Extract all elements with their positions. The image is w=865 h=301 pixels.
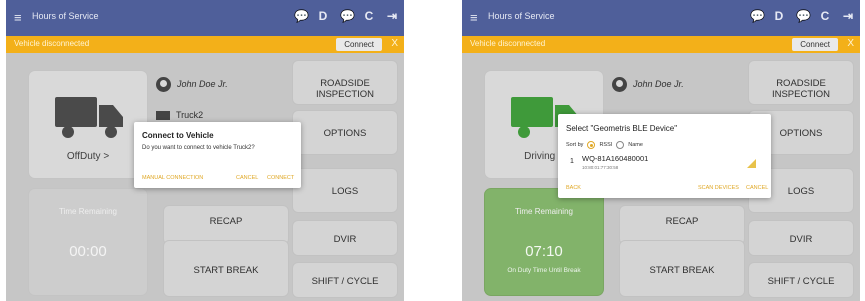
disconnected-banner: Vehicle disconnected Connect X — [6, 36, 404, 53]
start-break-button[interactable]: START BREAK — [619, 240, 745, 297]
vehicle-info: Truck2 — [156, 110, 204, 121]
dialog-title: Select "Geometris BLE Device" — [566, 124, 678, 133]
sort-label: Sort by — [566, 142, 584, 148]
app-bar-actions: 💬 D 💬 C ⇥ — [294, 9, 398, 23]
driver-name: John Doe Jr. — [177, 78, 228, 89]
time-remaining-label: Time Remaining — [59, 207, 117, 216]
time-remaining-label: Time Remaining — [515, 207, 573, 216]
roadside-inspection-button[interactable]: ROADSIDE INSPECTION — [292, 60, 398, 105]
app-bar: ≡ Hours of Service 💬 D 💬 C ⇥ — [6, 0, 404, 36]
options-button[interactable]: OPTIONS — [292, 110, 398, 155]
sort-name-label: Name — [628, 142, 643, 148]
device-address: 10:80:01:77:30:58 — [582, 165, 619, 170]
app-screen-driving: ≡ Hours of Service 💬 D 💬 C ⇥ Vehicle dis… — [462, 0, 860, 301]
scan-devices-button[interactable]: SCAN DEVICES — [698, 185, 739, 191]
driver-info: John Doe Jr. — [156, 77, 228, 92]
start-break-button[interactable]: START BREAK — [163, 240, 289, 297]
app-bar: ≡ Hours of Service 💬 D 💬 C ⇥ — [462, 0, 860, 36]
message-icon[interactable]: 💬 — [294, 9, 309, 23]
sort-options: Sort by RSSI Name — [566, 141, 643, 149]
app-bar-actions: 💬 D 💬 C ⇥ — [750, 9, 854, 23]
shift-cycle-button[interactable]: SHIFT / CYCLE — [748, 262, 854, 298]
time-remaining-value: 07:10 — [525, 243, 563, 260]
manual-connection-button[interactable]: MANUAL CONNECTION — [142, 175, 203, 181]
menu-icon[interactable]: ≡ — [14, 11, 22, 24]
app-title: Hours of Service — [32, 11, 99, 21]
app-screen-offduty: ≡ Hours of Service 💬 D 💬 C ⇥ Vehicle dis… — [6, 0, 404, 301]
dialog-back-button[interactable]: BACK — [566, 185, 581, 191]
avatar — [612, 77, 627, 92]
driver-name: John Doe Jr. — [633, 78, 684, 89]
logout-icon[interactable]: ⇥ — [842, 9, 854, 23]
connect-vehicle-dialog: Connect to Vehicle Do you want to connec… — [134, 122, 301, 188]
sort-name-radio[interactable] — [616, 141, 625, 149]
sort-rssi-radio[interactable] — [587, 141, 596, 149]
dialog-cancel-button[interactable]: CANCEL — [746, 185, 768, 191]
duty-status-icon[interactable]: D — [773, 9, 785, 23]
vehicle-icon — [156, 111, 170, 121]
duty-status-card[interactable]: OffDuty > — [28, 70, 148, 179]
device-index: 1 — [570, 158, 574, 165]
chat-icon[interactable]: 💬 — [340, 9, 355, 23]
time-remaining-card: Time Remaining 07:10 On Duty Time Until … — [484, 188, 604, 296]
banner-connect-button[interactable]: Connect — [336, 38, 382, 51]
duty-status-icon[interactable]: D — [317, 9, 329, 23]
dialog-message: Do you want to connect to vehicle Truck2… — [142, 145, 255, 151]
recap-button[interactable]: RECAP — [163, 205, 289, 245]
banner-close-icon[interactable]: X — [391, 38, 398, 49]
message-icon[interactable]: 💬 — [750, 9, 765, 23]
avatar — [156, 77, 171, 92]
shift-cycle-button[interactable]: SHIFT / CYCLE — [292, 262, 398, 298]
logout-icon[interactable]: ⇥ — [386, 9, 398, 23]
device-name[interactable]: WQ-81A160480001 — [582, 154, 648, 163]
vehicle-name: Truck2 — [176, 110, 204, 120]
time-remaining-value: 00:00 — [69, 243, 107, 260]
time-remaining-card: Time Remaining 00:00 — [28, 188, 148, 296]
driver-info: John Doe Jr. — [612, 77, 684, 92]
dialog-connect-button[interactable]: CONNECT — [267, 175, 294, 181]
duty-status-label: OffDuty > — [66, 151, 110, 162]
truck-icon — [55, 97, 123, 138]
disconnected-banner: Vehicle disconnected Connect X — [462, 36, 860, 53]
dvir-button[interactable]: DVIR — [748, 220, 854, 256]
menu-icon[interactable]: ≡ — [470, 11, 478, 24]
recap-button[interactable]: RECAP — [619, 205, 745, 245]
signal-strength-icon — [747, 159, 756, 168]
refresh-icon[interactable]: C — [819, 9, 831, 23]
logs-button[interactable]: LOGS — [292, 168, 398, 213]
banner-text: Vehicle disconnected — [470, 39, 546, 48]
refresh-icon[interactable]: C — [363, 9, 375, 23]
time-remaining-subtitle: On Duty Time Until Break — [507, 267, 581, 274]
banner-text: Vehicle disconnected — [14, 39, 90, 48]
select-ble-device-dialog: Select "Geometris BLE Device" Sort by RS… — [558, 114, 771, 198]
dialog-cancel-button[interactable]: CANCEL — [236, 175, 258, 181]
chat-icon[interactable]: 💬 — [796, 9, 811, 23]
dialog-title: Connect to Vehicle — [142, 131, 214, 140]
banner-connect-button[interactable]: Connect — [792, 38, 838, 51]
roadside-inspection-button[interactable]: ROADSIDE INSPECTION — [748, 60, 854, 105]
dvir-button[interactable]: DVIR — [292, 220, 398, 256]
app-title: Hours of Service — [488, 11, 555, 21]
sort-rssi-label: RSSI — [599, 142, 613, 148]
banner-close-icon[interactable]: X — [847, 38, 854, 49]
